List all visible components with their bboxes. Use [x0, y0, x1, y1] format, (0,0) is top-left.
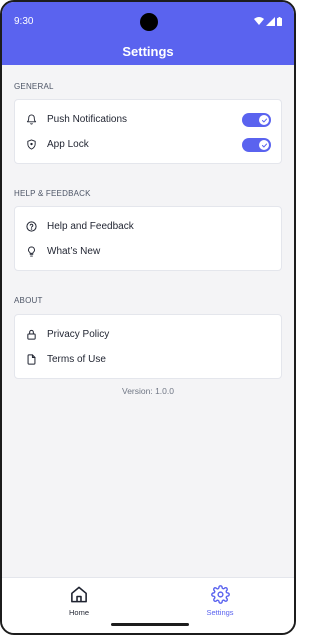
check-icon — [261, 118, 267, 122]
status-time: 9:30 — [14, 16, 34, 27]
app-header: 9:30 Settings — [2, 2, 294, 65]
help-circle-icon — [25, 221, 37, 233]
toggle-knob — [259, 115, 269, 125]
section-label-about: ABOUT — [14, 296, 43, 305]
battery-icon — [277, 16, 282, 26]
status-icons — [254, 16, 282, 26]
page-title: Settings — [122, 44, 174, 59]
wifi-icon — [254, 17, 264, 25]
section-label-general: GENERAL — [14, 82, 54, 91]
section-label-help: HELP & FEEDBACK — [14, 189, 91, 198]
row-help-feedback[interactable]: Help and Feedback — [15, 214, 281, 239]
nav-settings[interactable]: Settings — [190, 585, 250, 617]
toggle-knob — [259, 140, 269, 150]
push-notifications-label: Push Notifications — [47, 114, 128, 125]
row-terms-of-use[interactable]: Terms of Use — [15, 347, 281, 372]
bottom-navigation: Home Settings — [2, 577, 294, 633]
card-help-feedback: Help and Feedback What’s New — [14, 206, 282, 271]
bell-icon — [25, 114, 37, 126]
camera-cutout — [140, 13, 158, 31]
shield-icon — [25, 139, 37, 151]
app-lock-label: App Lock — [47, 139, 89, 150]
card-general: Push Notifications App Lock — [14, 99, 282, 164]
check-icon — [261, 143, 267, 147]
privacy-policy-label: Privacy Policy — [47, 329, 110, 340]
nav-home-label: Home — [68, 608, 89, 617]
row-whats-new[interactable]: What’s New — [15, 239, 281, 264]
home-indicator — [111, 623, 189, 626]
version-text: Version: 1.0.0 — [122, 386, 174, 396]
card-about: Privacy Policy Terms of Use — [14, 314, 282, 379]
whats-new-label: What’s New — [47, 246, 101, 257]
row-app-lock[interactable]: App Lock — [15, 132, 281, 157]
status-bar: 9:30 — [2, 2, 294, 31]
signal-icon — [266, 16, 275, 26]
help-feedback-label: Help and Feedback — [47, 221, 134, 232]
lock-icon — [25, 329, 37, 341]
app-lock-toggle[interactable] — [242, 138, 271, 152]
phone-frame: 9:30 Settings GENERAL Push Notifications… — [0, 0, 296, 635]
gear-icon — [190, 585, 250, 605]
row-privacy-policy[interactable]: Privacy Policy — [15, 322, 281, 347]
document-icon — [25, 354, 37, 366]
nav-home[interactable]: Home — [49, 585, 109, 617]
nav-settings-label: Settings — [206, 608, 234, 617]
home-icon — [49, 585, 109, 605]
terms-of-use-label: Terms of Use — [47, 354, 106, 365]
row-push-notifications[interactable]: Push Notifications — [15, 107, 281, 132]
push-notifications-toggle[interactable] — [242, 113, 271, 127]
lightbulb-icon — [25, 246, 37, 258]
